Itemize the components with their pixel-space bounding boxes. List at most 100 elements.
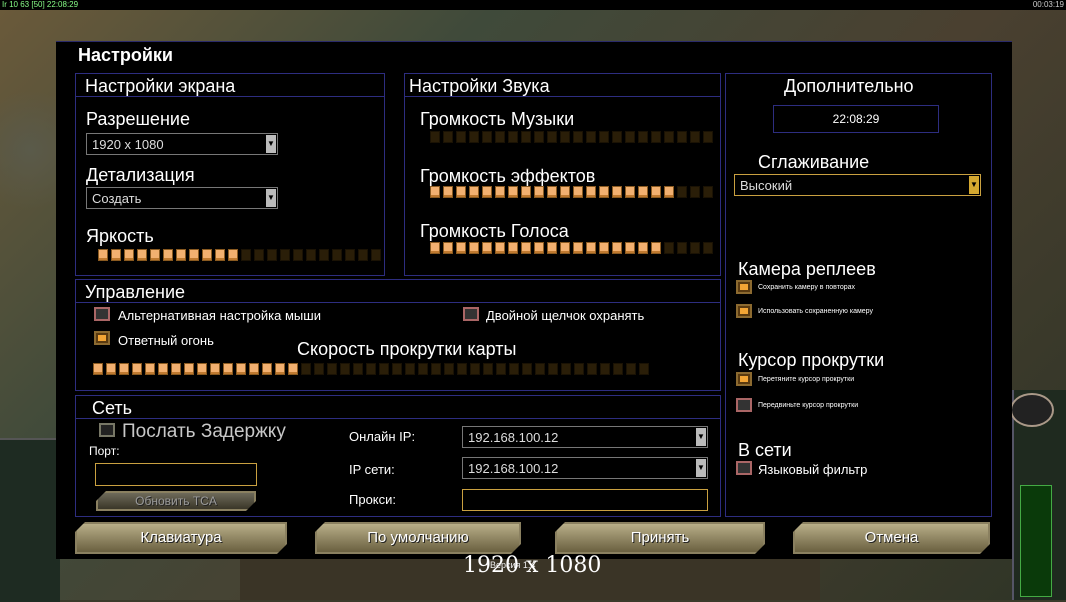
return-fire-checkbox[interactable]	[94, 331, 110, 345]
slider-segment[interactable]	[586, 242, 596, 254]
slider-segment[interactable]	[521, 131, 531, 143]
slider-segment[interactable]	[508, 131, 518, 143]
slider-segment[interactable]	[124, 249, 134, 261]
slider-segment[interactable]	[482, 131, 492, 143]
slider-segment[interactable]	[288, 363, 298, 375]
slider-segment[interactable]	[223, 363, 233, 375]
slider-segment[interactable]	[197, 363, 207, 375]
slider-segment[interactable]	[443, 242, 453, 254]
slider-segment[interactable]	[522, 363, 532, 375]
slider-segment[interactable]	[495, 131, 505, 143]
use-saved-camera-checkbox[interactable]	[736, 304, 752, 318]
slider-segment[interactable]	[430, 242, 440, 254]
slider-segment[interactable]	[150, 249, 160, 261]
slider-segment[interactable]	[534, 242, 544, 254]
slider-segment[interactable]	[703, 131, 713, 143]
slider-segment[interactable]	[599, 186, 609, 198]
online-ip-dropdown[interactable]: 192.168.100.12 ▼	[462, 426, 708, 448]
slider-segment[interactable]	[612, 131, 622, 143]
slider-segment[interactable]	[612, 186, 622, 198]
slider-segment[interactable]	[93, 363, 103, 375]
slider-segment[interactable]	[189, 249, 199, 261]
slider-segment[interactable]	[560, 186, 570, 198]
slider-segment[interactable]	[573, 186, 583, 198]
slider-segment[interactable]	[443, 131, 453, 143]
slider-segment[interactable]	[137, 249, 147, 261]
slider-segment[interactable]	[587, 363, 597, 375]
slider-segment[interactable]	[534, 131, 544, 143]
drag-scroll-cursor-checkbox[interactable]	[736, 372, 752, 386]
slider-segment[interactable]	[560, 242, 570, 254]
slider-segment[interactable]	[664, 131, 674, 143]
slider-segment[interactable]	[703, 242, 713, 254]
slider-segment[interactable]	[638, 131, 648, 143]
slider-segment[interactable]	[249, 363, 259, 375]
slider-segment[interactable]	[625, 131, 635, 143]
slider-segment[interactable]	[158, 363, 168, 375]
slider-segment[interactable]	[456, 131, 466, 143]
antialiasing-dropdown[interactable]: Высокий ▼	[734, 174, 981, 196]
slider-segment[interactable]	[366, 363, 376, 375]
slider-segment[interactable]	[241, 249, 251, 261]
slider-segment[interactable]	[430, 186, 440, 198]
slider-segment[interactable]	[184, 363, 194, 375]
slider-segment[interactable]	[625, 242, 635, 254]
slider-segment[interactable]	[314, 363, 324, 375]
slider-segment[interactable]	[690, 242, 700, 254]
slider-segment[interactable]	[508, 242, 518, 254]
slider-segment[interactable]	[405, 363, 415, 375]
slider-segment[interactable]	[496, 363, 506, 375]
slider-segment[interactable]	[573, 131, 583, 143]
slider-segment[interactable]	[626, 363, 636, 375]
slider-segment[interactable]	[228, 249, 238, 261]
slider-segment[interactable]	[215, 249, 225, 261]
slider-segment[interactable]	[677, 131, 687, 143]
slider-segment[interactable]	[548, 363, 558, 375]
slider-segment[interactable]	[119, 363, 129, 375]
slider-segment[interactable]	[327, 363, 337, 375]
slider-segment[interactable]	[392, 363, 402, 375]
resolution-dropdown[interactable]: 1920 x 1080 ▼	[86, 133, 278, 155]
slider-segment[interactable]	[573, 242, 583, 254]
slider-segment[interactable]	[664, 242, 674, 254]
slider-segment[interactable]	[651, 186, 661, 198]
slider-segment[interactable]	[469, 242, 479, 254]
slider-segment[interactable]	[293, 249, 303, 261]
slider-segment[interactable]	[301, 363, 311, 375]
double-click-guard-checkbox[interactable]	[463, 307, 479, 321]
port-input[interactable]	[95, 463, 257, 486]
slider-segment[interactable]	[431, 363, 441, 375]
slider-segment[interactable]	[534, 186, 544, 198]
slider-segment[interactable]	[561, 363, 571, 375]
slider-segment[interactable]	[358, 249, 368, 261]
slider-segment[interactable]	[319, 249, 329, 261]
slider-segment[interactable]	[132, 363, 142, 375]
slider-segment[interactable]	[371, 249, 381, 261]
slider-segment[interactable]	[521, 186, 531, 198]
slider-segment[interactable]	[340, 363, 350, 375]
slider-segment[interactable]	[547, 186, 557, 198]
proxy-input[interactable]	[462, 489, 708, 511]
slider-segment[interactable]	[613, 363, 623, 375]
slider-segment[interactable]	[482, 242, 492, 254]
defaults-button[interactable]: По умолчанию	[315, 522, 521, 554]
slider-segment[interactable]	[98, 249, 108, 261]
slider-segment[interactable]	[677, 242, 687, 254]
slider-segment[interactable]	[547, 242, 557, 254]
slider-segment[interactable]	[267, 249, 277, 261]
slider-segment[interactable]	[379, 363, 389, 375]
slider-segment[interactable]	[470, 363, 480, 375]
slider-segment[interactable]	[690, 131, 700, 143]
slider-segment[interactable]	[638, 242, 648, 254]
slider-segment[interactable]	[280, 249, 290, 261]
slider-segment[interactable]	[574, 363, 584, 375]
update-tca-button[interactable]: Обновить TCA	[96, 491, 256, 511]
slider-segment[interactable]	[210, 363, 220, 375]
slider-segment[interactable]	[275, 363, 285, 375]
slider-segment[interactable]	[703, 186, 713, 198]
slider-segment[interactable]	[171, 363, 181, 375]
slider-segment[interactable]	[469, 186, 479, 198]
save-replay-camera-checkbox[interactable]	[736, 280, 752, 294]
slider-segment[interactable]	[456, 186, 466, 198]
lan-ip-dropdown[interactable]: 192.168.100.12 ▼	[462, 457, 708, 479]
